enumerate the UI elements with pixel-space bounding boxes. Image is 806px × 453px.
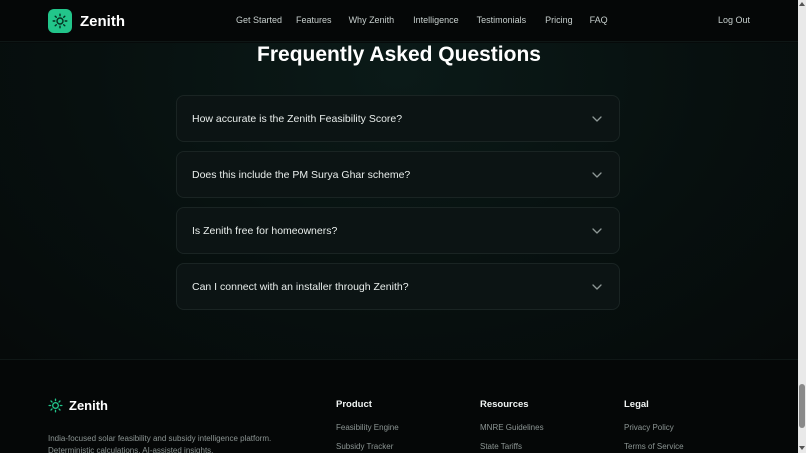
footer-brand[interactable]: Zenith — [48, 398, 108, 413]
faq-section: Frequently Asked Questions How accurate … — [0, 43, 798, 359]
sun-icon — [48, 9, 72, 33]
footer-heading: Resources — [480, 399, 529, 410]
nav-link-get-started[interactable]: Get Started — [236, 15, 282, 25]
nav-link-pricing[interactable]: Pricing — [545, 15, 573, 25]
footer-description: India-focused solar feasibility and subs… — [48, 434, 272, 453]
faq-item[interactable]: Does this include the PM Surya Ghar sche… — [176, 151, 620, 198]
nav-link-intelligence[interactable]: Intelligence — [413, 15, 459, 25]
brand-name: Zenith — [80, 12, 125, 30]
nav-link-faq[interactable]: FAQ — [590, 15, 608, 25]
chevron-down-icon — [592, 172, 602, 178]
footer-link-feasibility-engine[interactable]: Feasibility Engine — [336, 423, 399, 432]
faq-question: Can I connect with an installer through … — [192, 281, 409, 293]
brand-logo[interactable]: Zenith — [48, 9, 125, 33]
faq-item[interactable]: How accurate is the Zenith Feasibility S… — [176, 95, 620, 142]
footer-link-mnre-guidelines[interactable]: MNRE Guidelines — [480, 423, 544, 432]
nav-links: Get Started Features Why Zenith Intellig… — [236, 15, 608, 25]
footer-link-state-tariffs[interactable]: State Tariffs — [480, 442, 522, 451]
footer-link-terms-of-service[interactable]: Terms of Service — [624, 442, 684, 451]
chevron-down-icon — [592, 228, 602, 234]
scroll-up-arrow-icon[interactable] — [799, 2, 805, 6]
footer-link-privacy-policy[interactable]: Privacy Policy — [624, 423, 674, 432]
chevron-down-icon — [592, 284, 602, 290]
logout-button[interactable]: Log Out — [718, 15, 750, 25]
faq-item[interactable]: Is Zenith free for homeowners? — [176, 207, 620, 254]
faq-question: How accurate is the Zenith Feasibility S… — [192, 113, 403, 125]
footer-heading: Product — [336, 399, 372, 410]
faq-item[interactable]: Can I connect with an installer through … — [176, 263, 620, 310]
nav-link-features[interactable]: Features — [296, 15, 332, 25]
nav-link-testimonials[interactable]: Testimonials — [477, 15, 527, 25]
page: Zenith Get Started Features Why Zenith I… — [0, 0, 806, 453]
scrollbar-thumb[interactable] — [799, 384, 805, 428]
scroll-down-arrow-icon[interactable] — [799, 446, 805, 450]
faq-title: Frequently Asked Questions — [257, 43, 541, 66]
footer-heading: Legal — [624, 399, 649, 410]
footer-column-resources: Resources — [480, 399, 529, 410]
footer-brand-name: Zenith — [69, 398, 108, 413]
scrollbar[interactable] — [798, 0, 806, 453]
nav-link-why-zenith[interactable]: Why Zenith — [349, 15, 395, 25]
faq-question: Does this include the PM Surya Ghar sche… — [192, 169, 411, 181]
footer-link-subsidy-tracker[interactable]: Subsidy Tracker — [336, 442, 393, 451]
footer-column-legal: Legal — [624, 399, 649, 410]
chevron-down-icon — [592, 116, 602, 122]
faq-question: Is Zenith free for homeowners? — [192, 225, 338, 237]
top-nav: Zenith Get Started Features Why Zenith I… — [0, 0, 798, 42]
sun-icon — [48, 398, 63, 413]
footer-column-product: Product — [336, 399, 372, 410]
footer: Zenith India-focused solar feasibility a… — [0, 359, 798, 453]
